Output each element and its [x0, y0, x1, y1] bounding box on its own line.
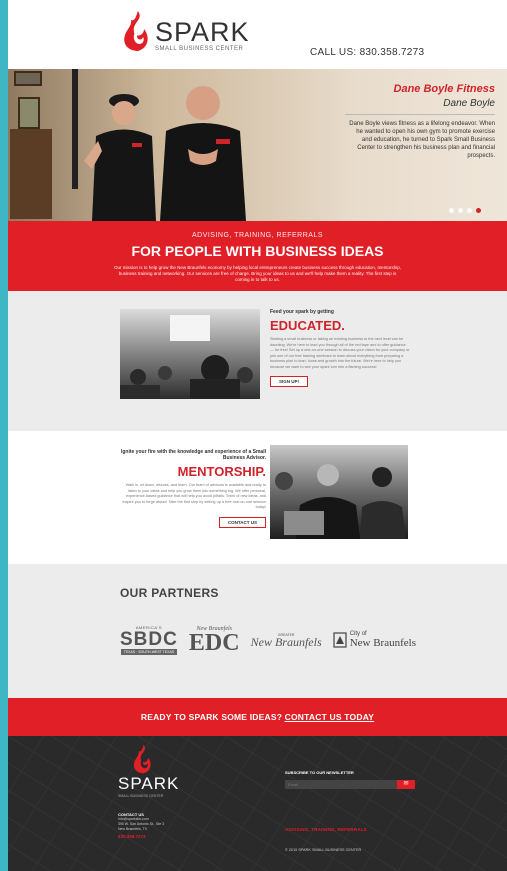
newsletter: SUBSCRIBE TO OUR NEWSLETTER ✉: [285, 770, 415, 789]
sign-up-button[interactable]: SIGN UP!: [270, 376, 309, 387]
wall-frame: [14, 71, 42, 86]
slider-dot[interactable]: [449, 208, 454, 213]
footer-copyright: © 2015 SPARK SMALL BUSINESS CENTER: [285, 848, 362, 852]
brand-name: SPARK: [155, 17, 250, 47]
edc-logo[interactable]: New Braunfels EDC: [188, 626, 240, 656]
partner-logos: AMERICA'S SBDC TEXAS · SOUTH-WEST TEXAS …: [120, 620, 416, 660]
contact-us-today-link[interactable]: CONTACT US TODAY: [285, 712, 374, 722]
brand-subtitle: SMALL BUSINESS CENTER: [155, 46, 244, 52]
trx-strap: [72, 69, 78, 189]
footer-logo[interactable]: SPARK SMALL BUSINESS CENTER: [118, 744, 179, 798]
contact-us-button[interactable]: CONTACT US: [218, 516, 266, 528]
footer-contact: CONTACT US info@sparksbc.com 390 W. San …: [118, 812, 164, 839]
person-man: [160, 86, 246, 221]
partners-section: OUR PARTNERS AMERICA'S SBDC TEXAS · SOUT…: [8, 564, 507, 698]
hero-title: Dane Boyle Fitness: [393, 83, 495, 95]
educated-copy: Feed your spark by getting EDUCATED. Sta…: [270, 309, 410, 388]
hero-description: Dane Boyle views fitness as a lifelong e…: [349, 121, 495, 159]
flame-icon: [133, 744, 151, 774]
sbdc-logo-main: SBDC: [120, 629, 178, 650]
hero-caption: Dane Boyle Fitness Dane Boyle Dane Boyle…: [345, 83, 495, 160]
mentorship-title: MENTORSHIP.: [177, 464, 266, 479]
slider-dot[interactable]: [467, 208, 472, 213]
cta-band: READY TO SPARK SOME IDEAS? CONTACT US TO…: [8, 698, 507, 736]
educated-title: EDUCATED.: [270, 318, 345, 333]
mentorship-section: Ignite your fire with the knowledge and …: [8, 431, 507, 564]
projector-screen: [170, 315, 210, 341]
contact-phone[interactable]: 830.358.7273: [118, 834, 164, 839]
mentorship-copy: Ignite your fire with the knowledge and …: [118, 449, 266, 529]
mail-icon: ✉: [403, 781, 409, 787]
mission-title: FOR PEOPLE WITH BUSINESS IDEAS: [131, 243, 384, 259]
wall-frame: [18, 97, 40, 129]
city-logo-main: New Braunfels: [349, 637, 416, 649]
newsletter-heading: SUBSCRIBE TO OUR NEWSLETTER: [285, 770, 354, 775]
newsletter-submit-button[interactable]: ✉: [397, 780, 415, 789]
website-screenshot: SPARK SMALL BUSINESS CENTER CALL US: 830…: [8, 0, 507, 871]
site-footer: SPARK SMALL BUSINESS CENTER CONTACT US i…: [8, 736, 507, 871]
footer-brand: SPARK: [118, 774, 180, 793]
shelf: [10, 129, 52, 219]
divider: [345, 114, 495, 115]
partners-title: OUR PARTNERS: [120, 586, 219, 600]
city-logo[interactable]: City of New Braunfels: [333, 631, 416, 649]
newsletter-form: ✉: [285, 780, 415, 789]
footer-tagline: ADVISING, TRAINING, REFERRALS: [285, 827, 367, 832]
hero-subtitle: Dane Boyle: [443, 98, 495, 109]
site-header: SPARK SMALL BUSINESS CENTER CALL US: 830…: [8, 0, 507, 69]
accent-stripe: [0, 0, 8, 871]
slider-dots: [449, 208, 481, 213]
footer-map-background: [8, 736, 507, 871]
seminar-photo: [120, 309, 260, 399]
chamber-logo-main: New Braunfels: [250, 634, 322, 649]
educated-text: Starting a small business or taking an e…: [270, 337, 410, 369]
header-phone[interactable]: CALL US: 830.358.7273: [310, 47, 424, 58]
mentorship-photo: [270, 445, 408, 539]
sbdc-logo-bar: TEXAS · SOUTH-WEST TEXAS: [120, 649, 178, 655]
mentorship-text: Walk in, sit down, discuss, and learn. O…: [122, 483, 266, 509]
contact-address-line2: New Braunfels, TX: [118, 827, 148, 831]
spark-logo[interactable]: SPARK SMALL BUSINESS CENTER: [122, 10, 250, 52]
audience-heads: [120, 355, 253, 399]
newsletter-email-input[interactable]: [285, 780, 397, 789]
chamber-logo[interactable]: GREATER New Braunfels: [251, 633, 322, 648]
hero-slider: Dane Boyle Fitness Dane Boyle Dane Boyle…: [8, 69, 507, 221]
footer-brand-sub: SMALL BUSINESS CENTER: [118, 794, 164, 798]
person-woman: [84, 94, 156, 221]
mission-kicker: ADVISING, TRAINING, REFERRALS: [191, 232, 324, 239]
mission-text: Our mission is to help grow the New Brau…: [114, 265, 401, 282]
slider-dot[interactable]: [458, 208, 463, 213]
edc-logo-main: EDC: [188, 630, 240, 656]
cta-text: READY TO SPARK SOME IDEAS?: [140, 712, 283, 722]
slider-dot-active[interactable]: [476, 208, 481, 213]
educated-section: Feed your spark by getting EDUCATED. Sta…: [8, 291, 507, 431]
city-seal-icon: [333, 632, 347, 648]
educated-kicker: Feed your spark by getting: [270, 309, 334, 315]
mentorship-kicker: Ignite your fire with the knowledge and …: [120, 449, 266, 461]
flame-icon: [124, 11, 148, 51]
mission-band: ADVISING, TRAINING, REFERRALS FOR PEOPLE…: [8, 221, 507, 291]
meeting-illustration: [275, 464, 406, 539]
sbdc-logo[interactable]: AMERICA'S SBDC TEXAS · SOUTH-WEST TEXAS: [120, 625, 178, 655]
